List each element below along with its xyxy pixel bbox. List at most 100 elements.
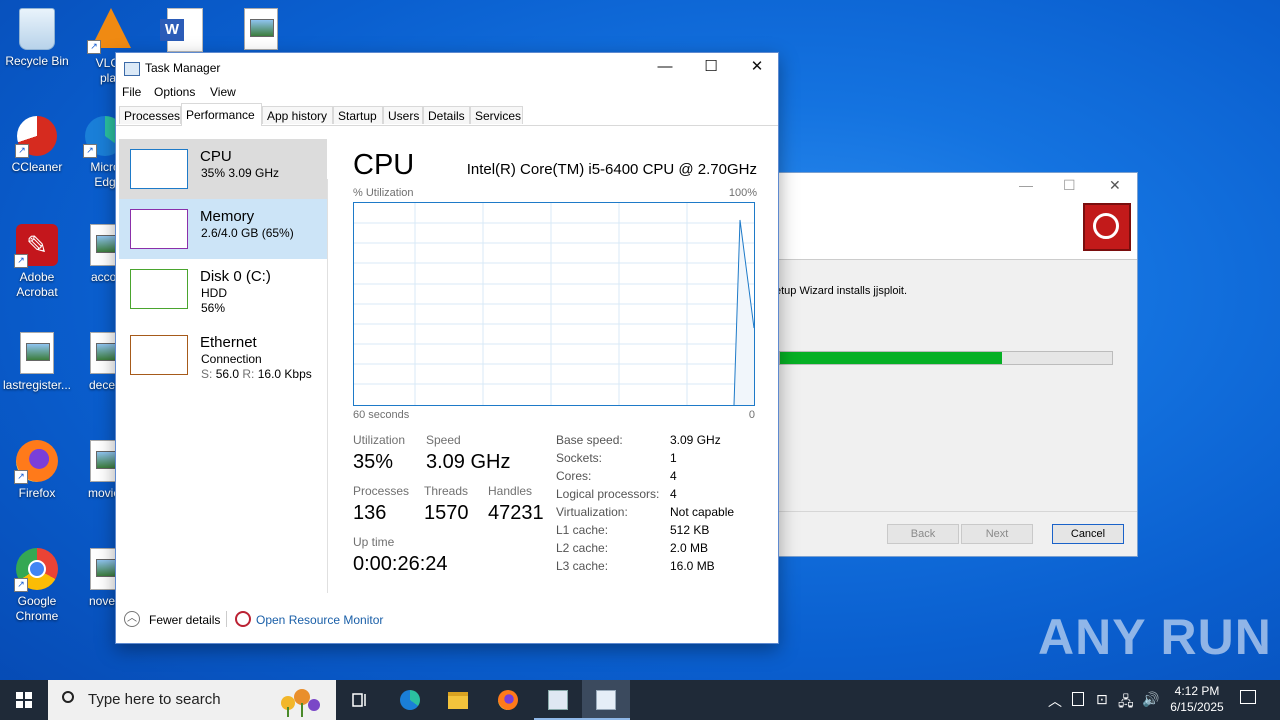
desktop-icon-word-document[interactable]: W bbox=[150, 8, 220, 56]
volume-icon[interactable]: 🔊 bbox=[1142, 691, 1159, 708]
taskbar-firefox[interactable] bbox=[484, 680, 532, 720]
minimize-button[interactable]: — bbox=[642, 53, 688, 83]
detail-value: 1 bbox=[670, 451, 677, 465]
desktop-icon-ccleaner[interactable]: ↗ CCleaner bbox=[2, 116, 72, 175]
taskbar-search-box[interactable]: Type here to search bbox=[48, 680, 336, 720]
tab-app-history[interactable]: App history bbox=[262, 106, 333, 124]
threads-label: Threads bbox=[424, 484, 469, 498]
system-clock[interactable]: 4:12 PM 6/15/2025 bbox=[1162, 683, 1232, 715]
show-hidden-icons-button[interactable]: ︿ bbox=[1048, 691, 1062, 711]
sidebar-item-detail-2: 56% bbox=[201, 301, 226, 315]
back-button[interactable]: Back bbox=[887, 524, 959, 544]
tab-processes[interactable]: Processes bbox=[119, 106, 181, 124]
desktop-icon-firefox[interactable]: ↗ Firefox bbox=[2, 440, 72, 501]
tab-services[interactable]: Services bbox=[470, 106, 523, 124]
desktop-icon-recycle-bin[interactable]: Recycle Bin bbox=[2, 8, 72, 69]
graph-gridlines bbox=[354, 203, 754, 405]
ethernet-thumbnail-graph bbox=[130, 335, 188, 375]
sidebar-item-ethernet[interactable]: Ethernet Connection S: 56.0 R: 16.0 Kbps bbox=[119, 325, 327, 385]
cancel-button[interactable]: Cancel bbox=[1052, 524, 1124, 544]
detail-value: 4 bbox=[670, 469, 677, 483]
detail-key: Virtualization: bbox=[556, 505, 628, 519]
cpu-graph-svg bbox=[354, 203, 755, 406]
installer-progress-fill bbox=[780, 352, 1003, 364]
shortcut-arrow-icon: ↗ bbox=[15, 144, 29, 158]
firefox-icon: ↗ bbox=[14, 440, 58, 484]
graph-label-min: 0 bbox=[748, 409, 755, 421]
disk-thumbnail-graph bbox=[130, 269, 188, 309]
footer-divider bbox=[226, 611, 227, 627]
sidebar-item-detail: HDD bbox=[201, 286, 227, 300]
sidebar-item-label: Ethernet bbox=[200, 334, 257, 351]
menu-bar: File Options View bbox=[116, 83, 778, 103]
tab-performance[interactable]: Performance bbox=[181, 103, 262, 126]
notification-icon[interactable] bbox=[1240, 690, 1256, 704]
maximize-button[interactable]: ☐ bbox=[688, 53, 734, 83]
open-resource-monitor-link[interactable]: Open Resource Monitor bbox=[256, 613, 383, 627]
network-adapter-icon[interactable]: ⊡ bbox=[1096, 691, 1108, 708]
clock-date: 6/15/2025 bbox=[1170, 700, 1224, 714]
installer-window[interactable]: — ☐ ✕ etup Wizard installs jjsploit. Bac… bbox=[760, 172, 1138, 557]
installer-close-button[interactable]: ✕ bbox=[1109, 177, 1121, 194]
next-button[interactable]: Next bbox=[961, 524, 1033, 544]
menu-view[interactable]: View bbox=[210, 85, 236, 99]
task-manager-titlebar[interactable]: Task Manager — ☐ ✕ bbox=[116, 53, 778, 83]
sidebar-item-detail: 2.6/4.0 GB (65%) bbox=[201, 226, 294, 240]
desktop-icon-chrome[interactable]: ↗ Google Chrome bbox=[2, 548, 72, 624]
taskbar-edge[interactable] bbox=[386, 680, 434, 720]
firefox-icon bbox=[498, 690, 518, 710]
send-label: S: bbox=[201, 367, 213, 381]
graph-label-time: 60 seconds bbox=[353, 409, 410, 421]
handles-value: 47231 bbox=[488, 502, 544, 524]
uptime-label: Up time bbox=[353, 535, 395, 549]
word-document-icon: W bbox=[160, 8, 203, 52]
start-button[interactable] bbox=[0, 680, 48, 720]
fewer-details-link[interactable]: Fewer details bbox=[149, 613, 220, 627]
network-icon[interactable]: 🖧 bbox=[1118, 691, 1134, 715]
utilization-value: 35% bbox=[353, 451, 394, 473]
task-manager-window[interactable]: Task Manager — ☐ ✕ File Options View Pro… bbox=[115, 52, 779, 644]
folder-icon bbox=[448, 692, 468, 709]
tab-users[interactable]: Users bbox=[383, 106, 423, 124]
shortcut-arrow-icon: ↗ bbox=[14, 578, 28, 592]
desktop-icon-adobe-acrobat[interactable]: ✎ ↗ Adobe Acrobat bbox=[2, 224, 72, 300]
device-icon[interactable] bbox=[1072, 692, 1084, 706]
sidebar-item-memory[interactable]: Memory 2.6/4.0 GB (65%) bbox=[119, 199, 327, 259]
desktop-icon-label: lastregister... bbox=[2, 378, 72, 392]
detail-key: L2 cache: bbox=[556, 541, 609, 555]
sidebar-item-cpu[interactable]: CPU 35% 3.09 GHz bbox=[119, 139, 327, 199]
shortcut-arrow-icon: ↗ bbox=[83, 144, 97, 158]
sidebar-item-disk[interactable]: Disk 0 (C:) HDD 56% bbox=[119, 259, 327, 319]
installer-minimize-button[interactable]: — bbox=[1019, 177, 1033, 193]
anyrun-watermark: ANY RUN bbox=[1038, 609, 1272, 665]
task-view-button[interactable] bbox=[336, 680, 384, 720]
taskbar-task-manager[interactable] bbox=[582, 680, 630, 720]
tab-details[interactable]: Details bbox=[423, 106, 470, 124]
detail-value: 16.0 MB bbox=[670, 559, 715, 573]
menu-file[interactable]: File bbox=[122, 85, 141, 99]
task-manager-footer: ︿ Fewer details Open Resource Monitor bbox=[116, 605, 778, 635]
task-manager-app-icon bbox=[124, 62, 140, 76]
installer-maximize-button[interactable]: ☐ bbox=[1063, 177, 1076, 194]
desktop-icon-label: CCleaner bbox=[11, 160, 63, 174]
cpu-model: Intel(R) Core(TM) i5-6400 CPU @ 2.70GHz bbox=[466, 161, 757, 178]
graph-label-utilization: % Utilization bbox=[353, 187, 414, 199]
close-button[interactable]: ✕ bbox=[734, 53, 780, 83]
installer-message: etup Wizard installs jjsploit. bbox=[775, 285, 908, 297]
chevron-up-icon[interactable]: ︿ bbox=[124, 611, 140, 627]
detail-key: L3 cache: bbox=[556, 559, 609, 573]
sidebar-item-label: Memory bbox=[200, 208, 255, 225]
desktop-icon-lastregister[interactable]: lastregister... bbox=[2, 332, 72, 393]
tab-startup[interactable]: Startup bbox=[333, 106, 383, 124]
installer-divider bbox=[761, 511, 1137, 512]
installer-titlebar[interactable]: — ☐ ✕ bbox=[761, 173, 1137, 199]
installer-progress-bar bbox=[779, 351, 1113, 365]
desktop-icon-label-2: Acrobat bbox=[16, 285, 58, 299]
vlc-icon: ↗ bbox=[87, 8, 133, 54]
desktop-icon-image-file[interactable] bbox=[226, 8, 296, 54]
sidebar-item-label: CPU bbox=[200, 148, 232, 165]
menu-options[interactable]: Options bbox=[154, 85, 195, 99]
speed-value: 3.09 GHz bbox=[426, 451, 511, 473]
taskbar-installer[interactable] bbox=[534, 680, 582, 720]
taskbar-file-explorer[interactable] bbox=[434, 680, 482, 720]
